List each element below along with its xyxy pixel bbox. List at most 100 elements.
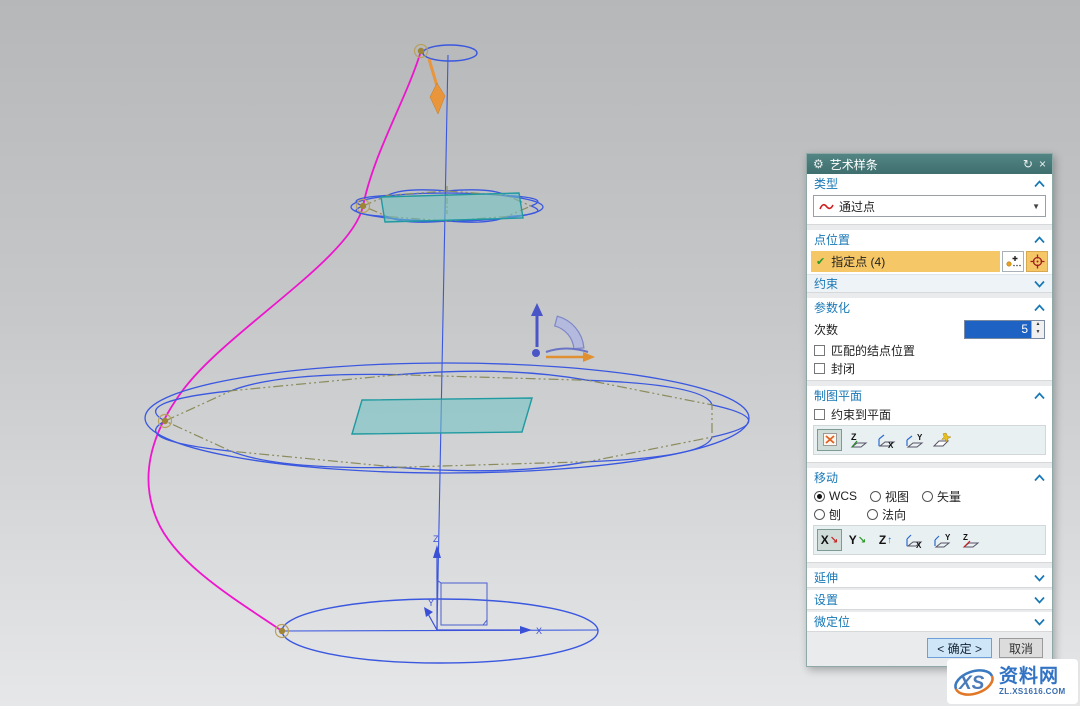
move-x-button[interactable]: X ↘ xyxy=(817,529,842,551)
cancel-button[interactable]: 取消 xyxy=(999,638,1043,658)
ok-button[interactable]: < 确定 > xyxy=(927,638,992,658)
zc-plane-button[interactable]: Z xyxy=(845,429,870,451)
wcs-triad[interactable] xyxy=(424,545,532,634)
gear-icon[interactable]: ⚙ xyxy=(813,158,824,170)
spline-icon xyxy=(819,201,834,212)
x-arrow-icon: ↘ xyxy=(830,535,838,546)
type-dropdown[interactable]: 通过点 ▼ xyxy=(813,195,1046,217)
plane-header-label: 制图平面 xyxy=(814,387,862,404)
reset-icon[interactable]: ↻ xyxy=(1023,158,1033,170)
degree-spinbox[interactable]: 5 ▲ ▼ xyxy=(964,320,1045,339)
degree-label: 次数 xyxy=(814,321,838,338)
chevron-up-icon[interactable] xyxy=(1034,474,1045,482)
zx-plane-icon: Y xyxy=(932,532,952,549)
xy-plane-icon: Z xyxy=(960,532,980,549)
svg-text:Z: Z xyxy=(851,432,857,442)
point-dialog-button[interactable] xyxy=(1002,251,1024,272)
point-marker-3[interactable] xyxy=(162,418,168,424)
view-plane-button[interactable] xyxy=(817,429,842,451)
param-header-label: 参数化 xyxy=(814,299,850,316)
point-marker-1[interactable] xyxy=(418,48,424,54)
chevron-down-icon[interactable] xyxy=(1034,574,1045,582)
plane-radio[interactable] xyxy=(814,509,825,520)
settings-section-header[interactable]: 设置 xyxy=(807,590,1052,609)
micro-positioning-section-header[interactable]: 微定位 xyxy=(807,612,1052,631)
spline-axis-line[interactable] xyxy=(437,55,448,630)
point-dialog-icon xyxy=(1005,254,1021,268)
x-axis-arrow[interactable] xyxy=(520,626,532,634)
chevron-up-icon[interactable] xyxy=(1034,180,1045,188)
move-section-header[interactable]: 移动 xyxy=(807,468,1052,487)
specify-point-field[interactable]: ✔ 指定点 (4) xyxy=(811,251,1000,272)
degree-value[interactable]: 5 xyxy=(965,321,1031,338)
match-knots-checkbox[interactable] xyxy=(814,345,825,356)
handle-rotate-ring[interactable] xyxy=(555,316,584,349)
z-axis-arrow[interactable] xyxy=(433,545,441,558)
extension-group: 延伸 xyxy=(807,568,1052,588)
top-circle-curve[interactable] xyxy=(423,45,477,61)
constraint-subsection-header[interactable]: 约束 xyxy=(807,274,1052,292)
vector-radio[interactable] xyxy=(922,491,933,502)
type-section-header[interactable]: 类型 xyxy=(807,174,1052,193)
point-marker-4[interactable] xyxy=(279,628,285,634)
studio-spline-curve[interactable] xyxy=(148,51,421,631)
vector-radio-label: 矢量 xyxy=(937,488,961,505)
chevron-up-icon[interactable] xyxy=(1034,304,1045,312)
wcs-radio[interactable] xyxy=(814,491,825,502)
orientation-handle[interactable] xyxy=(531,303,595,362)
handle-x-arrow[interactable] xyxy=(583,352,595,362)
move-y-button[interactable]: Y ↘ xyxy=(845,529,870,551)
view-radio[interactable] xyxy=(870,491,881,502)
move-xy-plane-button[interactable]: Z xyxy=(957,529,982,551)
upper-datum-plane[interactable] xyxy=(381,193,523,222)
x-axis-label: X xyxy=(536,626,542,636)
drag-handle-shaft[interactable] xyxy=(429,59,437,86)
move-z-button[interactable]: Z ↑ xyxy=(873,529,898,551)
yc-plane-button[interactable]: Y xyxy=(901,429,926,451)
chevron-down-icon[interactable] xyxy=(1034,618,1045,626)
point-constructor-button[interactable] xyxy=(1026,251,1048,272)
plane-section-header[interactable]: 制图平面 xyxy=(807,386,1052,405)
check-icon: ✔ xyxy=(816,255,825,268)
chevron-down-icon[interactable] xyxy=(1034,596,1045,604)
watermark-url: ZL.XS1616.COM xyxy=(999,688,1066,696)
chevron-up-icon[interactable] xyxy=(1034,236,1045,244)
view-plane-icon xyxy=(821,432,839,448)
chevron-down-icon[interactable] xyxy=(1034,280,1045,288)
closed-label: 封闭 xyxy=(831,360,855,377)
closed-checkbox[interactable] xyxy=(814,363,825,374)
watermark-logo: XS 资料网 ZL.XS1616.COM xyxy=(947,659,1078,704)
normal-radio[interactable] xyxy=(867,509,878,520)
constrain-to-plane-checkbox[interactable] xyxy=(814,409,825,420)
svg-text:Y: Y xyxy=(917,433,923,442)
dialog-titlebar[interactable]: ⚙ 艺术样条 ↻ × xyxy=(807,154,1052,174)
chevron-up-icon[interactable] xyxy=(1034,392,1045,400)
handle-origin-dot[interactable] xyxy=(532,349,540,357)
type-header-label: 类型 xyxy=(814,175,838,192)
extension-section-header[interactable]: 延伸 xyxy=(807,568,1052,587)
xc-plane-icon: X xyxy=(876,432,896,449)
watermark-name: 资料网 xyxy=(999,667,1059,686)
plane-dialog-button[interactable] xyxy=(929,429,954,451)
close-icon[interactable]: × xyxy=(1039,158,1046,170)
param-section-header[interactable]: 参数化 xyxy=(807,298,1052,317)
parameterization-group: 参数化 次数 5 ▲ ▼ 匹配的结点位置 封闭 xyxy=(807,298,1052,381)
drag-handle-arrow[interactable] xyxy=(430,83,445,114)
spin-down-icon[interactable]: ▼ xyxy=(1032,329,1044,338)
studio-spline-dialog: ⚙ 艺术样条 ↻ × 类型 通过点 ▼ 点位置 ✔ 指定点 (4) xyxy=(806,153,1053,667)
middle-datum-plane[interactable] xyxy=(352,398,532,434)
spin-up-icon[interactable]: ▲ xyxy=(1032,321,1044,330)
dropdown-arrow-icon[interactable]: ▼ xyxy=(1032,202,1040,211)
point-section-header[interactable]: 点位置 xyxy=(807,230,1052,249)
yz-plane-icon: X xyxy=(904,532,924,549)
point-marker-2[interactable] xyxy=(360,203,366,209)
extension-header-label: 延伸 xyxy=(814,569,838,586)
drawing-plane-group: 制图平面 约束到平面 Z xyxy=(807,386,1052,463)
move-yz-plane-button[interactable]: X xyxy=(901,529,926,551)
xc-plane-button[interactable]: X xyxy=(873,429,898,451)
z-axis-label: Z xyxy=(433,534,439,544)
svg-text:X: X xyxy=(916,541,922,549)
handle-z-arrow[interactable] xyxy=(531,303,543,316)
move-toolbar: X ↘ Y ↘ Z ↑ X xyxy=(813,525,1046,555)
move-zx-plane-button[interactable]: Y xyxy=(929,529,954,551)
